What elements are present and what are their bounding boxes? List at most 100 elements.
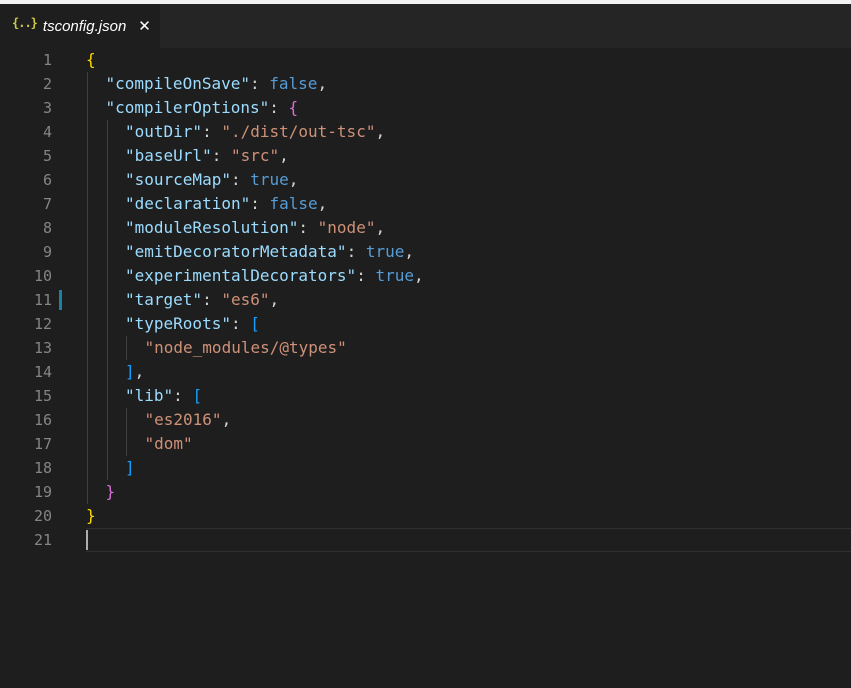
token-bool: true: [365, 242, 405, 261]
token-b3: ]: [125, 362, 135, 381]
token-punc: :: [211, 146, 231, 165]
code-line[interactable]: 1{: [0, 48, 851, 72]
line-number: 17: [33, 435, 52, 453]
token-b3: ]: [125, 458, 135, 477]
token-str: "./dist/out-tsc": [221, 122, 376, 141]
token-key: "target": [125, 290, 203, 309]
code-line[interactable]: 16 "es2016",: [0, 408, 851, 432]
token-punc: ,: [317, 74, 328, 93]
tab-title: tsconfig.json: [42, 17, 127, 35]
tab-tsconfig-json[interactable]: {..} tsconfig.json ✕: [0, 4, 160, 48]
token-punc: ,: [317, 194, 328, 213]
token-key: "experimentalDecorators": [125, 266, 357, 285]
line-number: 13: [33, 339, 52, 357]
close-icon[interactable]: ✕: [138, 17, 151, 35]
token-punc: ,: [288, 170, 299, 189]
line-number: 15: [33, 387, 52, 405]
token-bool: true: [375, 266, 414, 285]
line-code: "sourceMap": true,: [125, 168, 298, 192]
code-line[interactable]: 15 "lib": [: [0, 384, 851, 408]
line-number: 1: [42, 51, 52, 69]
line-code: "dom": [145, 432, 193, 456]
token-b1: {: [86, 50, 96, 69]
line-number: 2: [42, 75, 52, 93]
token-punc: :: [202, 290, 222, 309]
line-code: ]: [125, 456, 135, 480]
token-punc: :: [250, 194, 270, 213]
token-str: "es6": [221, 290, 270, 309]
code-line[interactable]: 18]: [0, 456, 851, 480]
code-line[interactable]: 14],: [0, 360, 851, 384]
line-code: "baseUrl": "src",: [125, 144, 289, 168]
line-number: 9: [42, 243, 52, 261]
line-number: 8: [42, 219, 52, 237]
line-code: "node_modules/@types": [145, 336, 347, 360]
line-code: "compileOnSave": false,: [106, 72, 328, 96]
line-code: }: [106, 480, 116, 504]
token-str: "dom": [144, 434, 193, 453]
code-line[interactable]: 17 "dom": [0, 432, 851, 456]
line-code: "experimentalDecorators": true,: [125, 264, 424, 288]
token-key: "sourceMap": [125, 170, 231, 189]
line-code: "typeRoots": [: [125, 312, 260, 336]
token-b1: }: [86, 506, 96, 525]
token-punc: :: [298, 218, 318, 237]
line-number: 6: [42, 171, 52, 189]
code-line[interactable]: 11 "target": "es6",: [0, 288, 851, 312]
token-punc: :: [173, 386, 193, 405]
token-str: "node_modules/@types": [144, 338, 347, 357]
token-punc: ,: [269, 290, 280, 309]
line-code: "compilerOptions": {: [106, 96, 299, 120]
line-code: {: [86, 48, 96, 72]
token-b3: [: [192, 386, 203, 405]
line-code: ],: [125, 360, 144, 384]
line-number: 3: [42, 99, 52, 117]
code-line[interactable]: 7 "declaration": false,: [0, 192, 851, 216]
token-punc: :: [250, 74, 270, 93]
token-key: "baseUrl": [125, 146, 212, 165]
token-punc: :: [202, 122, 222, 141]
token-punc: ,: [413, 266, 424, 285]
code-line[interactable]: 5 "baseUrl": "src",: [0, 144, 851, 168]
token-punc: :: [230, 170, 251, 189]
token-key: "lib": [125, 386, 174, 405]
line-code: "target": "es6",: [125, 288, 279, 312]
line-number: 5: [42, 147, 52, 165]
editor-tab-bar: {..} tsconfig.json ✕: [0, 4, 851, 48]
token-str: "node": [317, 218, 376, 237]
token-key: "emitDecoratorMetadata": [125, 242, 347, 261]
token-punc: ,: [404, 242, 414, 261]
line-number: 14: [33, 363, 52, 381]
token-key: "compilerOptions": [105, 98, 270, 117]
code-line[interactable]: 10 "experimentalDecorators": true,: [0, 264, 851, 288]
token-str: "src": [230, 146, 280, 165]
token-punc: ,: [134, 362, 145, 381]
code-line[interactable]: 20}: [0, 504, 851, 528]
token-key: "moduleResolution": [125, 218, 299, 237]
code-editor[interactable]: 1{2 "compileOnSave": false, 3 "compilerOpti…: [0, 48, 851, 688]
code-line[interactable]: 4 "outDir": "./dist/out-tsc",: [0, 120, 851, 144]
code-line[interactable]: 3 "compilerOptions": {: [0, 96, 851, 120]
token-punc: :: [230, 314, 251, 333]
token-punc: :: [346, 242, 366, 261]
line-number: 12: [33, 315, 52, 333]
line-code: }: [86, 504, 96, 528]
code-line[interactable]: 9 "emitDecoratorMetadata": true,: [0, 240, 851, 264]
line-code: "emitDecoratorMetadata": true,: [125, 240, 414, 264]
code-line[interactable]: 21: [0, 528, 851, 552]
token-b2: }: [105, 482, 116, 501]
line-number: 20: [33, 507, 52, 525]
token-key: "declaration": [125, 194, 251, 213]
line-code: "outDir": "./dist/out-tsc",: [125, 120, 385, 144]
token-punc: ,: [221, 410, 232, 429]
line-number: 16: [33, 411, 52, 429]
line-number: 18: [33, 459, 52, 477]
code-line[interactable]: 6 "sourceMap": true,: [0, 168, 851, 192]
code-line[interactable]: 12 "typeRoots": [: [0, 312, 851, 336]
token-bool: false: [269, 74, 318, 93]
token-punc: ,: [375, 122, 386, 141]
code-line[interactable]: 13 "node_modules/@types": [0, 336, 851, 360]
code-line[interactable]: 8 "moduleResolution": "node",: [0, 216, 851, 240]
code-line[interactable]: 19}: [0, 480, 851, 504]
code-line[interactable]: 2 "compileOnSave": false,: [0, 72, 851, 96]
